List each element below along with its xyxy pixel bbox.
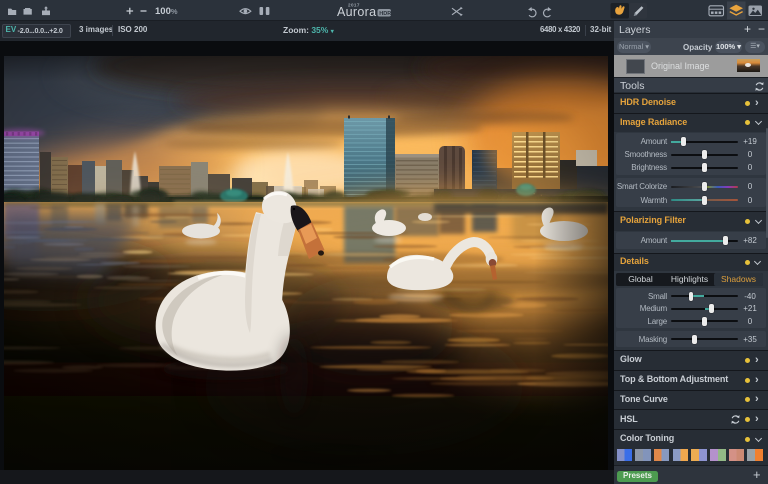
- svg-text:HDR: HDR: [379, 11, 391, 17]
- svg-text:Aurora: Aurora: [337, 5, 376, 19]
